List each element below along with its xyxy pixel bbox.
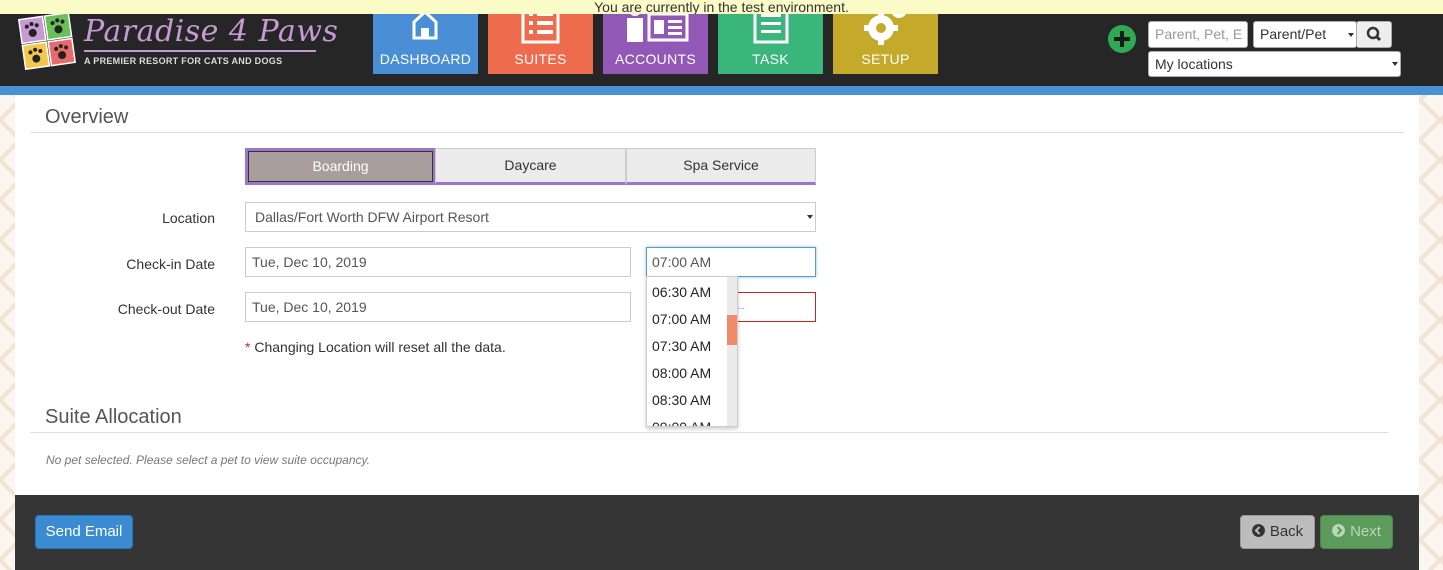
location-reset-note: * Changing Location will reset all the d…	[245, 339, 506, 355]
dropdown-scrollbar[interactable]	[727, 277, 737, 426]
overview-title: Overview	[45, 106, 129, 128]
check-in-time-input[interactable]: 07:00 AM	[646, 247, 816, 277]
required-star: *	[245, 339, 251, 355]
tab-daycare-label: Daycare	[504, 157, 557, 173]
paradise-4-paws-logo[interactable]: Paradise 4 Paws A PREMIER RESORT FOR CAT…	[18, 12, 338, 72]
suite-allocation-title: Suite Allocation	[45, 406, 182, 428]
location-label: Location	[162, 210, 215, 226]
nav-dashboard-label: DASHBOARD	[379, 51, 472, 67]
select-caret-icon	[1392, 62, 1398, 66]
footer-bar	[15, 495, 1419, 570]
back-button-label: Back	[1269, 523, 1304, 540]
time-picker-dropdown[interactable]: 06:30 AM 07:00 AM 07:30 AM 08:00 AM 08:3…	[646, 276, 738, 427]
search-icon	[1366, 26, 1382, 42]
locations-select[interactable]: My locations	[1148, 51, 1401, 77]
logo-tagline: A PREMIER RESORT FOR CATS AND DOGS	[84, 56, 283, 66]
nav-accounts-label: ACCOUNTS	[615, 51, 696, 67]
select-caret-icon	[807, 215, 813, 219]
tab-boarding[interactable]: Boarding	[245, 148, 436, 185]
location-reset-note-text: Changing Location will reset all the dat…	[254, 339, 506, 355]
header-stripe	[0, 86, 1443, 95]
location-select[interactable]: Dallas/Fort Worth DFW Airport Resort	[245, 202, 816, 232]
arrow-left-circle-icon	[1251, 524, 1265, 537]
search-filter-value: Parent/Pet	[1260, 26, 1327, 42]
search-button[interactable]	[1356, 21, 1392, 48]
time-option[interactable]: 08:30 AM	[652, 392, 711, 408]
tab-spa-service-label: Spa Service	[683, 157, 759, 173]
no-pet-selected-message: No pet selected. Please select a pet to …	[46, 453, 370, 467]
back-button[interactable]: Back	[1240, 515, 1315, 549]
next-button-label: Next	[1350, 523, 1381, 540]
tab-spa-service[interactable]: Spa Service	[626, 148, 816, 185]
logo-divider	[84, 50, 316, 52]
select-caret-icon	[1348, 32, 1354, 37]
tab-boarding-focus-ring	[248, 151, 433, 182]
search-filter-select[interactable]: Parent/Pet	[1253, 21, 1357, 48]
check-in-date-input[interactable]: Tue, Dec 10, 2019	[245, 247, 631, 277]
suite-allocation-divider	[30, 432, 1388, 433]
time-option[interactable]: 07:00 AM	[652, 311, 711, 327]
time-option[interactable]: 09:00 AM	[652, 419, 711, 426]
time-option[interactable]: 06:30 AM	[652, 284, 711, 300]
overview-divider	[30, 132, 1404, 133]
plus-icon	[1114, 31, 1130, 47]
logo-name: Paradise 4 Paws	[84, 14, 339, 49]
nav-setup-label: SETUP	[861, 51, 910, 67]
test-environment-banner: You are currently in the test environmen…	[0, 0, 1443, 14]
check-out-date-input[interactable]: Tue, Dec 10, 2019	[245, 292, 631, 322]
tab-daycare[interactable]: Daycare	[435, 148, 626, 185]
next-button[interactable]: Next	[1320, 515, 1393, 549]
arrow-right-circle-icon	[1332, 524, 1346, 537]
time-option[interactable]: 07:30 AM	[652, 338, 711, 354]
nav-suites-label: SUITES	[514, 51, 567, 67]
add-button[interactable]	[1108, 25, 1136, 53]
header-search-input[interactable]: Parent, Pet, E	[1148, 21, 1248, 48]
time-option[interactable]: 08:00 AM	[652, 365, 711, 381]
nav-task-label: TASK	[752, 51, 789, 67]
paw-squares-logo-icon	[18, 12, 76, 70]
locations-select-value: My locations	[1155, 56, 1233, 72]
send-email-button[interactable]: Send Email	[35, 515, 133, 549]
dropdown-scrollbar-thumb[interactable]	[727, 315, 737, 345]
location-select-value: Dallas/Fort Worth DFW Airport Resort	[255, 209, 489, 225]
check-in-date-label: Check-in Date	[126, 256, 215, 272]
check-out-date-label: Check-out Date	[117, 301, 215, 317]
